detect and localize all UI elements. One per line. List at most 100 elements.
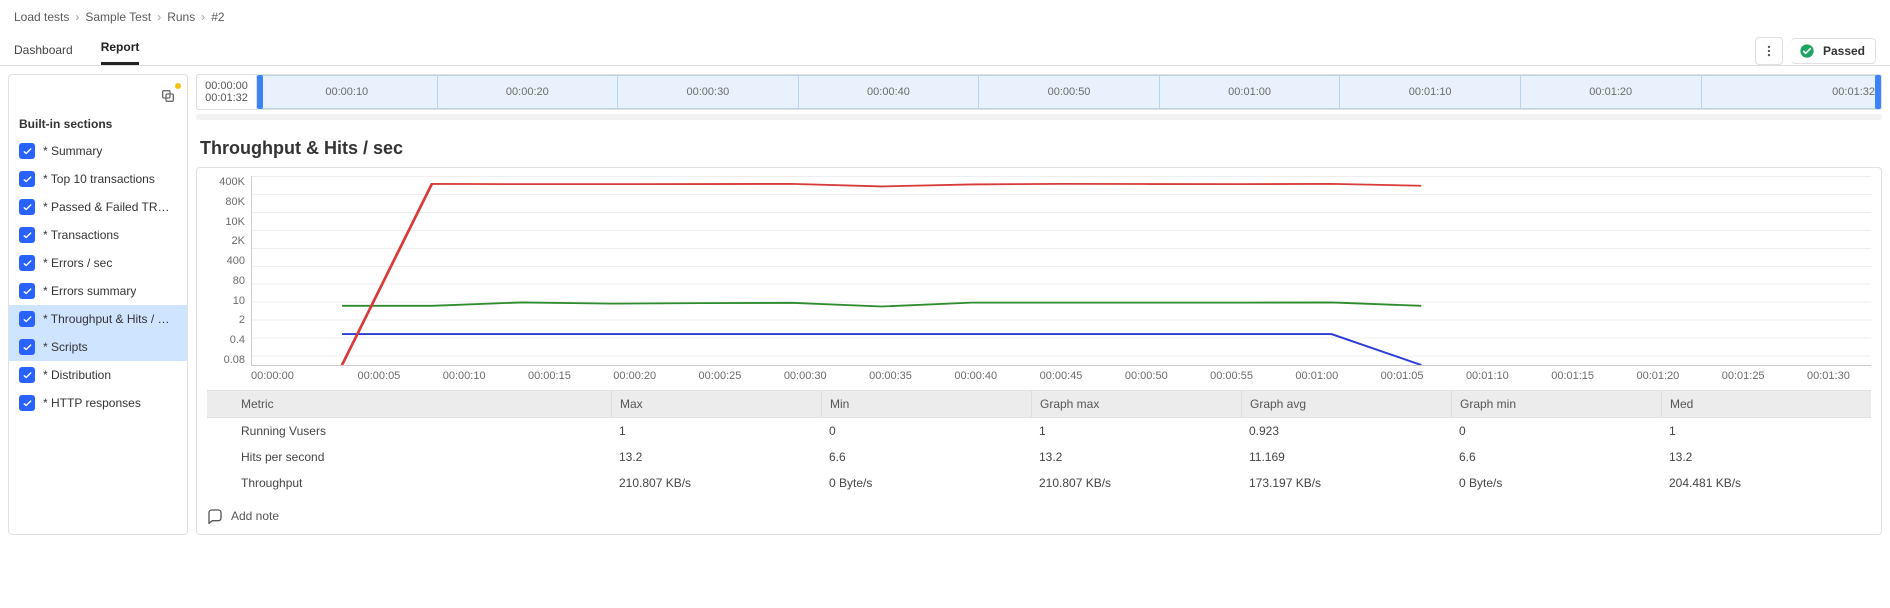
xtick: 00:01:30 xyxy=(1786,370,1871,382)
timeline-track[interactable]: 00:00:1000:00:2000:00:3000:00:4000:00:50… xyxy=(257,75,1881,109)
metrics-head: Metric Max Min Graph max Graph avg Graph… xyxy=(207,390,1871,418)
timeline-tick: 00:01:10 xyxy=(1340,75,1521,109)
sections-sidebar: Built-in sections * Summary * Top 10 tra… xyxy=(8,74,188,535)
ytick: 10 xyxy=(233,295,245,307)
tab-report[interactable]: Report xyxy=(101,30,140,65)
xtick: 00:01:00 xyxy=(1274,370,1359,382)
metric-name: Running Vusers xyxy=(233,418,611,444)
copy-sections-button[interactable] xyxy=(157,85,179,107)
sidebar-item[interactable]: * Passed & Failed TR… xyxy=(9,193,187,221)
xtick: 00:00:25 xyxy=(677,370,762,382)
metric-name: Hits per second xyxy=(233,444,611,470)
checkbox[interactable] xyxy=(19,311,35,327)
breadcrumb-sep: › xyxy=(157,10,161,24)
checkbox[interactable] xyxy=(19,199,35,215)
col-gavg: Graph avg xyxy=(1241,391,1451,417)
breadcrumb-item[interactable]: Sample Test xyxy=(85,10,151,24)
timeline-tick: 00:01:20 xyxy=(1521,75,1702,109)
sidebar-item-label: * Top 10 transactions xyxy=(43,172,155,186)
copy-icon xyxy=(160,88,176,104)
chart-svg xyxy=(252,176,1871,365)
metric-min: 0 xyxy=(821,418,1031,444)
check-icon xyxy=(22,230,33,241)
timeline[interactable]: 00:00:00 00:01:32 00:00:1000:00:2000:00:… xyxy=(196,74,1882,110)
series-line xyxy=(342,302,1421,306)
page-tabs: Dashboard Report xyxy=(14,30,139,65)
chart-area[interactable]: 400K80K10K2K400801020.40.08 xyxy=(207,176,1871,366)
xtick: 00:01:05 xyxy=(1359,370,1444,382)
xtick: 00:00:35 xyxy=(848,370,933,382)
chart-title: Throughput & Hits / sec xyxy=(200,138,1878,159)
ytick: 400K xyxy=(219,176,245,188)
timeline-tick: 00:00:20 xyxy=(438,75,619,109)
chart-plot[interactable] xyxy=(251,176,1871,366)
sidebar-item[interactable]: * Throughput & Hits / … xyxy=(9,305,187,333)
sidebar-item[interactable]: * Scripts xyxy=(9,333,187,361)
checkbox[interactable] xyxy=(19,339,35,355)
main-panel: 00:00:00 00:01:32 00:00:1000:00:2000:00:… xyxy=(196,74,1890,535)
xtick: 00:00:40 xyxy=(933,370,1018,382)
sidebar-item[interactable]: * Errors / sec xyxy=(9,249,187,277)
breadcrumb: Load tests › Sample Test › Runs › #2 xyxy=(0,0,1890,30)
xtick: 00:00:10 xyxy=(422,370,507,382)
checkbox[interactable] xyxy=(19,367,35,383)
check-icon xyxy=(22,342,33,353)
metric-gmax: 210.807 KB/s xyxy=(1031,470,1241,496)
add-note-button[interactable]: Add note xyxy=(207,508,1871,524)
ytick: 2K xyxy=(232,235,245,247)
metric-gmax: 1 xyxy=(1031,418,1241,444)
timeline-end: 00:01:32 xyxy=(205,92,248,104)
breadcrumb-item[interactable]: #2 xyxy=(211,10,224,24)
sidebar-item[interactable]: * Distribution xyxy=(9,361,187,389)
timeline-tick: 00:01:00 xyxy=(1160,75,1341,109)
ytick: 2 xyxy=(239,314,245,326)
series-line xyxy=(342,184,1421,365)
checkbox[interactable] xyxy=(19,171,35,187)
metric-med: 13.2 xyxy=(1661,444,1871,470)
sidebar-item[interactable]: * HTTP responses xyxy=(9,389,187,417)
series-line xyxy=(342,334,1421,365)
check-icon xyxy=(22,370,33,381)
xtick: 00:00:20 xyxy=(592,370,677,382)
col-metric: Metric xyxy=(233,391,611,417)
col-gmax: Graph max xyxy=(1031,391,1241,417)
timeline-range-labels: 00:00:00 00:01:32 xyxy=(197,75,257,109)
metric-gmax: 13.2 xyxy=(1031,444,1241,470)
check-icon xyxy=(22,314,33,325)
breadcrumb-item[interactable]: Load tests xyxy=(14,10,69,24)
checkbox[interactable] xyxy=(19,283,35,299)
checkbox[interactable] xyxy=(19,255,35,271)
timeline-tick: 00:00:30 xyxy=(618,75,799,109)
checkbox[interactable] xyxy=(19,395,35,411)
checkbox[interactable] xyxy=(19,227,35,243)
chart-xaxis: 00:00:0000:00:0500:00:1000:00:1500:00:20… xyxy=(251,370,1871,382)
sidebar-item[interactable]: * Errors summary xyxy=(9,277,187,305)
metric-gmin: 6.6 xyxy=(1451,444,1661,470)
sidebar-item-label: * Distribution xyxy=(43,368,111,382)
timeline-tick: 00:00:10 xyxy=(257,75,438,109)
ytick: 80K xyxy=(225,196,245,208)
metric-min: 0 Byte/s xyxy=(821,470,1031,496)
timeline-start: 00:00:00 xyxy=(205,80,248,92)
breadcrumb-item[interactable]: Runs xyxy=(167,10,195,24)
note-icon xyxy=(207,508,223,524)
ytick: 80 xyxy=(233,275,245,287)
xtick: 00:00:00 xyxy=(251,370,336,382)
xtick: 00:00:30 xyxy=(763,370,848,382)
sidebar-item[interactable]: * Summary xyxy=(9,137,187,165)
metric-gavg: 0.923 xyxy=(1241,418,1451,444)
check-icon xyxy=(22,398,33,409)
checkbox[interactable] xyxy=(19,143,35,159)
xtick: 00:01:25 xyxy=(1701,370,1786,382)
check-icon xyxy=(22,286,33,297)
more-menu-button[interactable] xyxy=(1755,37,1783,65)
sidebar-item[interactable]: * Transactions xyxy=(9,221,187,249)
tab-dashboard[interactable]: Dashboard xyxy=(14,33,73,65)
sidebar-item[interactable]: * Top 10 transactions xyxy=(9,165,187,193)
metrics-table: Metric Max Min Graph max Graph avg Graph… xyxy=(207,390,1871,496)
check-icon xyxy=(22,258,33,269)
xtick: 00:01:10 xyxy=(1445,370,1530,382)
xtick: 00:01:15 xyxy=(1530,370,1615,382)
timeline-scrollbar[interactable] xyxy=(196,114,1882,120)
xtick: 00:00:55 xyxy=(1189,370,1274,382)
